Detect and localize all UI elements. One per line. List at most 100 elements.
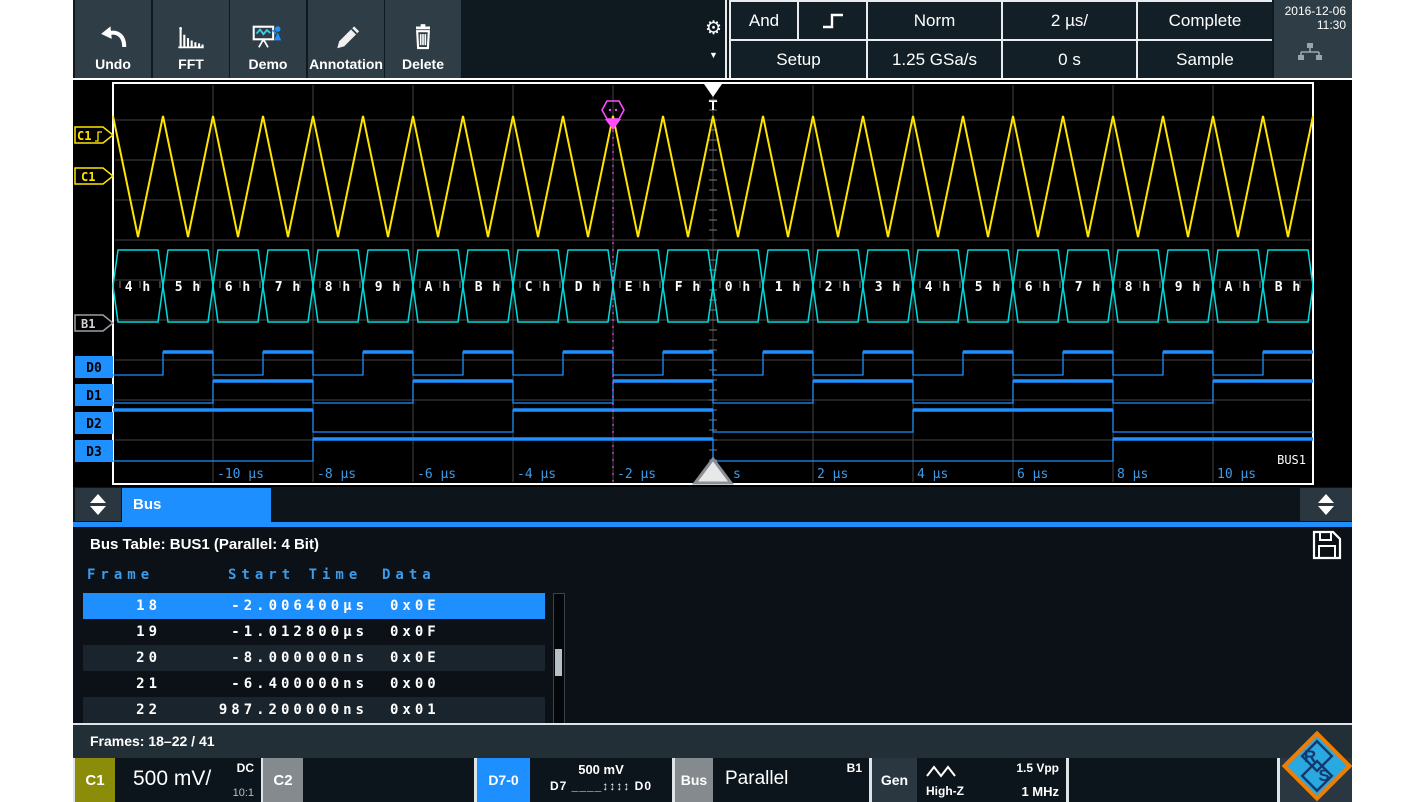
svg-text:D1: D1 xyxy=(86,389,102,404)
svg-text:6 h: 6 h xyxy=(1025,280,1051,295)
svg-text:4 h: 4 h xyxy=(925,280,951,295)
d70-scale: 500 mV xyxy=(530,762,672,777)
channel-c2-info[interactable] xyxy=(303,758,474,802)
svg-text:4 µs: 4 µs xyxy=(917,467,948,482)
svg-text:9 h: 9 h xyxy=(375,280,401,295)
arrow-up-icon xyxy=(1318,494,1334,503)
c1-scale: 500 mV/ xyxy=(133,767,211,791)
svg-text:C1: C1 xyxy=(77,129,91,143)
empty-slot[interactable] xyxy=(1069,758,1277,802)
tab-scroll-right-button[interactable] xyxy=(1300,488,1352,521)
channel-label-c1-trigger[interactable]: C1 xyxy=(75,127,113,143)
logic-d70-badge[interactable]: D7-0 xyxy=(477,758,530,802)
table-row[interactable]: 21-6.400000ns0x00 xyxy=(83,671,545,697)
svg-text:7 h: 7 h xyxy=(1075,280,1101,295)
svg-text:S: S xyxy=(1318,766,1329,785)
svg-text:A h: A h xyxy=(1225,280,1251,295)
svg-text:-8 µs: -8 µs xyxy=(317,467,356,482)
svg-text:8 µs: 8 µs xyxy=(1117,467,1148,482)
result-tab-bar: Bus xyxy=(73,487,1352,522)
svg-text:-4 µs: -4 µs xyxy=(517,467,556,482)
bus-table-title: Bus Table: BUS1 (Parallel: 4 Bit) xyxy=(90,536,319,553)
bus-type: Parallel xyxy=(725,768,788,790)
svg-text:2 µs: 2 µs xyxy=(817,467,848,482)
frames-status-bar: Frames: 18–22 / 41 xyxy=(73,723,1352,758)
c1-probe: 10:1 xyxy=(233,787,254,799)
bus-badge[interactable]: Bus xyxy=(675,758,713,802)
svg-text:3 h: 3 h xyxy=(875,280,901,295)
svg-text:4 h: 4 h xyxy=(125,280,151,295)
channel-c1-badge[interactable]: C1 xyxy=(75,758,115,802)
svg-text:10 µs: 10 µs xyxy=(1217,467,1256,482)
svg-text:E h: E h xyxy=(625,280,651,295)
c1-coupling: DC xyxy=(237,761,254,775)
svg-text:6 h: 6 h xyxy=(225,280,251,295)
channel-label-b1[interactable]: B1 xyxy=(75,315,113,331)
tab-bus[interactable]: Bus xyxy=(122,488,271,522)
svg-text:A h: A h xyxy=(425,280,451,295)
svg-text:D2: D2 xyxy=(86,417,102,432)
logic-d70-info[interactable]: 500 mV D7 ____↕↕↕↕ D0 xyxy=(530,758,672,802)
arrow-up-icon xyxy=(90,494,106,503)
bus-table-header: Frame Start Time Data xyxy=(73,567,553,589)
svg-text:-10 µs: -10 µs xyxy=(217,467,264,482)
bus-table-panel: Bus Table: BUS1 (Parallel: 4 Bit) Frame … xyxy=(73,527,1352,723)
svg-text:8 h: 8 h xyxy=(325,280,351,295)
svg-text:0 h: 0 h xyxy=(725,280,751,295)
svg-text:-2 µs: -2 µs xyxy=(617,467,656,482)
svg-text:D h: D h xyxy=(575,280,601,295)
col-frame: Frame xyxy=(87,567,154,583)
channel-label-d1[interactable]: D1 xyxy=(75,384,113,406)
gen-frequency: 1 MHz xyxy=(1021,784,1059,799)
generator-info[interactable]: High-Z 1.5 Vpp 1 MHz xyxy=(917,758,1066,802)
generator-badge[interactable]: Gen xyxy=(872,758,917,802)
bus-info[interactable]: Parallel B1 xyxy=(713,758,869,802)
channel-bar: C1 500 mV/ DC 10:1 C2 D7-0 500 mV D7 ___… xyxy=(73,758,1352,802)
table-row[interactable]: 22987.200000ns0x01 xyxy=(83,697,545,723)
floppy-disk-icon xyxy=(1311,530,1343,560)
channel-label-d2[interactable]: D2 xyxy=(75,412,113,434)
bus-tag: B1 xyxy=(847,761,862,775)
scope-screen: Undo FFT Demo Annotation Delete xyxy=(73,0,1352,802)
svg-text:D0: D0 xyxy=(86,361,102,376)
svg-text:C h: C h xyxy=(525,280,551,295)
table-row[interactable]: 18-2.006400µs0x0E xyxy=(83,593,545,619)
svg-text:C1: C1 xyxy=(81,170,95,184)
svg-text:B h: B h xyxy=(1275,280,1301,295)
triangle-wave-icon xyxy=(926,765,958,783)
svg-text:T: T xyxy=(709,97,718,113)
svg-text:5 h: 5 h xyxy=(975,280,1001,295)
channel-c2-badge[interactable]: C2 xyxy=(263,758,303,802)
arrow-down-icon xyxy=(90,506,106,515)
svg-text:8 h: 8 h xyxy=(1125,280,1151,295)
arrow-down-icon xyxy=(1318,506,1334,515)
svg-text:9 h: 9 h xyxy=(1175,280,1201,295)
tab-scroll-left-button[interactable] xyxy=(75,488,121,521)
bus-name-label: BUS1 xyxy=(1277,453,1306,467)
svg-text:R: R xyxy=(1304,747,1316,766)
svg-text:D3: D3 xyxy=(86,445,102,460)
svg-text:-6 µs: -6 µs xyxy=(417,467,456,482)
col-data: Data xyxy=(382,567,436,583)
save-button[interactable] xyxy=(1311,530,1343,565)
d70-bit-activity: D7 ____↕↕↕↕ D0 xyxy=(530,779,672,793)
scrollbar-thumb[interactable] xyxy=(555,649,562,676)
table-row[interactable]: 20-8.000000ns0x0E xyxy=(83,645,545,671)
svg-text:2 h: 2 h xyxy=(825,280,851,295)
table-scrollbar[interactable] xyxy=(553,593,565,725)
svg-text:F h: F h xyxy=(675,280,701,295)
svg-text:5 h: 5 h xyxy=(175,280,201,295)
channel-label-d3[interactable]: D3 xyxy=(75,440,113,462)
svg-text:B1: B1 xyxy=(81,317,95,331)
svg-text:B h: B h xyxy=(475,280,501,295)
oscilloscope-screenshot: Undo FFT Demo Annotation Delete xyxy=(0,0,1426,802)
table-row[interactable]: 19-1.012800µs0x0F xyxy=(83,619,545,645)
channel-label-c1[interactable]: C1 xyxy=(75,168,113,184)
svg-text:6 µs: 6 µs xyxy=(1017,467,1048,482)
channel-label-d0[interactable]: D0 xyxy=(75,356,113,378)
svg-text:s: s xyxy=(733,467,741,482)
channel-c1-info[interactable]: 500 mV/ DC 10:1 xyxy=(115,758,261,802)
svg-text:1 h: 1 h xyxy=(775,280,801,295)
rohde-schwarz-logo: R S xyxy=(1281,729,1352,802)
frames-range-text: Frames: 18–22 / 41 xyxy=(90,733,215,749)
